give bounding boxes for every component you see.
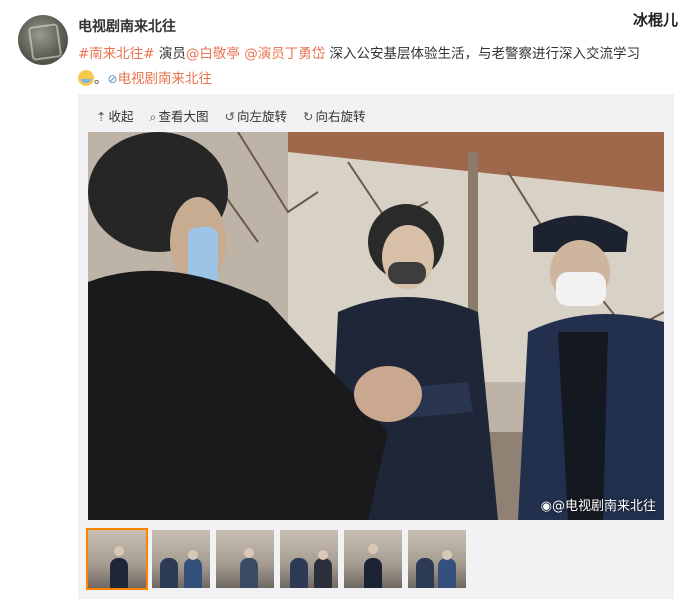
rotate-left-button[interactable]: ↺ 向左旋转 — [225, 109, 288, 124]
thumb-figure — [110, 558, 128, 588]
thumb-figure — [184, 558, 202, 588]
mention-link-2[interactable]: @演员丁勇岱 — [244, 46, 325, 62]
thumb-figure — [314, 558, 332, 588]
avatar-logo — [27, 23, 63, 61]
thumbnail-1[interactable] — [86, 528, 148, 590]
thumb-figure — [160, 558, 178, 588]
thumb-head — [188, 550, 198, 560]
thumbnail-6[interactable] — [408, 530, 466, 588]
page-link[interactable]: ⊘电视剧南来北往 — [108, 71, 213, 87]
post-text: #南来北往# 演员@白敬亭 @演员丁勇岱 深入公安基层体验生活，与老警察进行深入… — [78, 42, 668, 92]
text-segment: 演员 — [154, 46, 186, 62]
thumb-head — [244, 548, 254, 558]
hashtag-link[interactable]: #南来北往# — [78, 46, 155, 62]
thumb-figure — [240, 558, 258, 588]
magnifier-icon: ⌕ — [149, 109, 157, 124]
text-segment: 。 — [94, 71, 108, 87]
thumbnail-4[interactable] — [280, 530, 338, 588]
thumbnail-2[interactable] — [152, 530, 210, 588]
rotate-left-icon: ↺ — [224, 109, 235, 124]
text-segment: 深入公安基层体验生活，与老警察进行深入交流学习 — [325, 46, 641, 62]
thumb-figure — [364, 558, 382, 588]
mention-link-1[interactable]: @白敬亭 — [186, 46, 240, 62]
photo-scene — [88, 132, 664, 520]
view-large-button[interactable]: ⌕ 查看大图 — [149, 109, 208, 124]
thumb-head — [368, 544, 378, 554]
corner-watermark: 冰棍儿 — [632, 11, 678, 29]
hand — [354, 366, 422, 422]
avatar[interactable] — [18, 15, 68, 65]
media-panel: ⇡ 收起 ⌕ 查看大图 ↺ 向左旋转 ↻ 向右旋转 ◉@电视剧南来北往 — [78, 94, 674, 599]
link-icon: ⊘ — [107, 72, 118, 86]
photo-watermark-label: @电视剧南来北往 — [551, 499, 656, 514]
thumbnail-5[interactable] — [344, 530, 402, 588]
thumb-head — [114, 546, 124, 556]
collapse-label: 收起 — [108, 109, 134, 124]
rotate-right-button[interactable]: ↻ 向右旋转 — [303, 109, 366, 124]
weibo-icon: ◉ — [540, 499, 552, 514]
page-link-label: 电视剧南来北往 — [117, 71, 213, 87]
photo-watermark: ◉@电视剧南来北往 — [541, 495, 656, 514]
main-photo[interactable]: ◉@电视剧南来北往 — [88, 132, 664, 520]
thumb-head — [442, 550, 452, 560]
thumbnail-3[interactable] — [216, 530, 274, 588]
thumb-figure — [438, 558, 456, 588]
thumb-figure — [416, 558, 434, 588]
rotate-right-icon: ↻ — [302, 109, 314, 124]
thumb-head — [318, 550, 328, 560]
rotate-right-label: 向右旋转 — [315, 109, 366, 124]
rotate-left-label: 向左旋转 — [236, 109, 287, 124]
collapse-icon: ⇡ — [96, 109, 107, 124]
emoji-icon — [78, 70, 94, 86]
view-large-label: 查看大图 — [158, 109, 209, 124]
username[interactable]: 电视剧南来北往 — [78, 16, 176, 36]
collapse-button[interactable]: ⇡ 收起 — [96, 109, 134, 124]
media-toolbar: ⇡ 收起 ⌕ 查看大图 ↺ 向左旋转 ↻ 向右旋转 — [96, 106, 377, 125]
thumb-figure — [290, 558, 308, 588]
